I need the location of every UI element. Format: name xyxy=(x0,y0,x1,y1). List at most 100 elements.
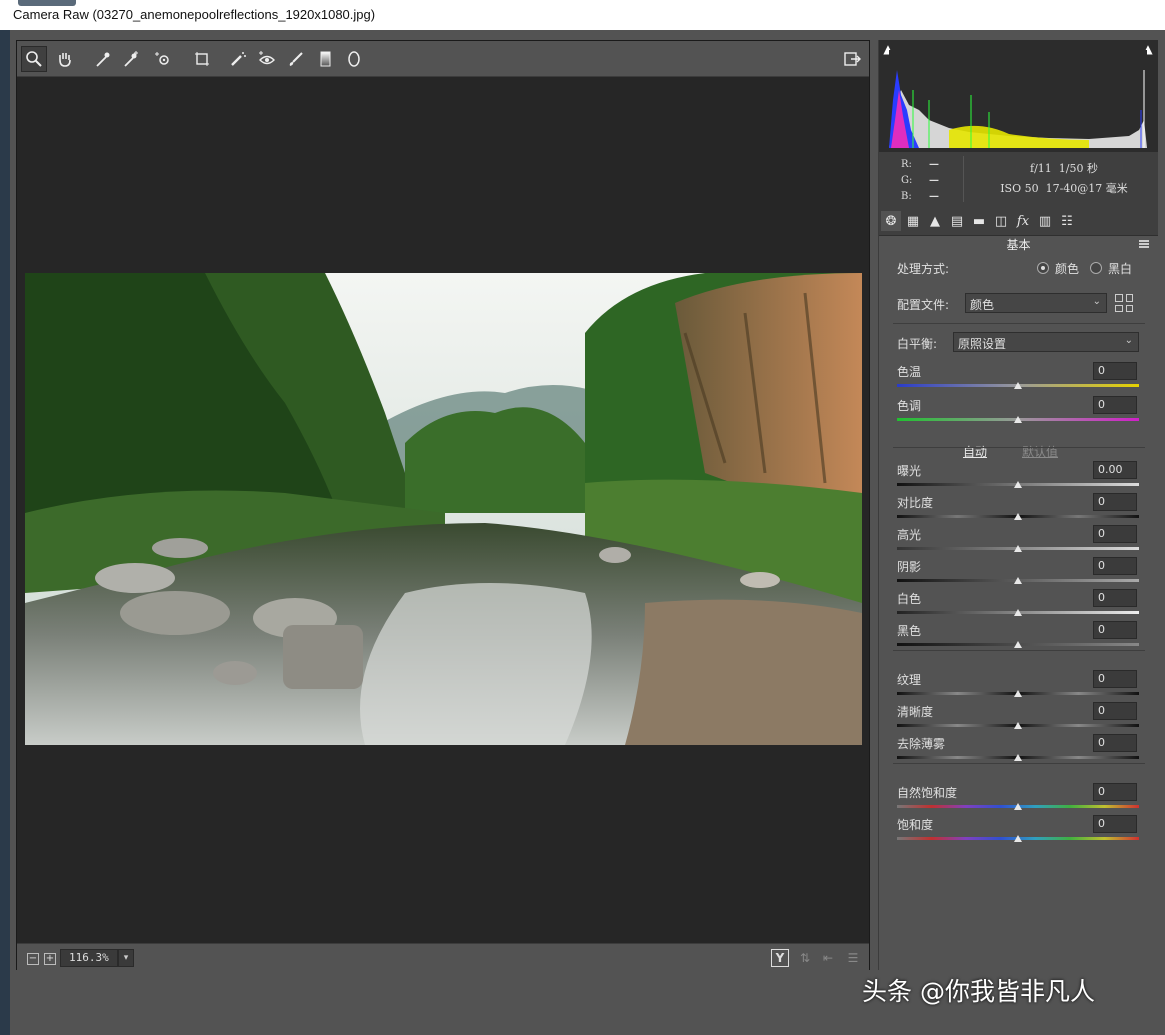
zoom-tool-icon[interactable] xyxy=(21,46,47,72)
info-divider xyxy=(963,156,964,202)
shutter-value: 1/50 秒 xyxy=(1058,162,1098,175)
tab-lens-corrections-icon[interactable]: ◫ xyxy=(991,211,1011,231)
slider-value-field[interactable]: 0 xyxy=(1093,396,1137,414)
red-eye-tool-icon[interactable] xyxy=(254,46,280,72)
divider xyxy=(893,447,1145,448)
hand-tool-icon[interactable] xyxy=(52,46,78,72)
slider-thumb[interactable] xyxy=(1014,545,1022,552)
zoom-level-field[interactable]: 116.3% xyxy=(60,949,118,967)
white-balance-dropdown[interactable]: 原照设置 ⌄ xyxy=(953,332,1139,352)
preview-photo xyxy=(25,273,862,745)
treatment-color-label: 颜色 xyxy=(1055,262,1080,276)
slider-value-field[interactable]: 0 xyxy=(1093,670,1137,688)
profile-value: 颜色 xyxy=(970,298,995,312)
copy-settings-icon[interactable]: ⇤ xyxy=(818,949,838,967)
tab-basic-icon[interactable]: ❂ xyxy=(881,211,901,231)
slider-value-field[interactable]: 0 xyxy=(1093,493,1137,511)
slider-value-field[interactable]: 0 xyxy=(1093,621,1137,639)
rgb-readout: R: — G: — B: — xyxy=(901,157,939,205)
adjustment-brush-tool-icon[interactable] xyxy=(283,46,309,72)
white-balance-value: 原照设置 xyxy=(958,337,1007,351)
white-balance-label: 白平衡: xyxy=(897,337,938,351)
tab-presets-icon[interactable]: ☷ xyxy=(1057,211,1077,231)
zoom-dropdown-chevron-icon[interactable]: ▾ xyxy=(118,949,134,967)
slider-value-field[interactable]: 0 xyxy=(1093,362,1137,380)
slider-thumb[interactable] xyxy=(1014,609,1022,616)
slider-thumb[interactable] xyxy=(1014,641,1022,648)
spot-removal-tool-icon[interactable] xyxy=(225,46,251,72)
zoom-in-button[interactable]: + xyxy=(44,953,56,965)
swap-settings-icon[interactable]: ⇅ xyxy=(795,949,815,967)
exif-readout: f/11 1/50 秒 ISO 50 17-40@17 毫米 xyxy=(979,159,1149,199)
panel-tabs: ❂ ▦ ▲ ▤ ▬ ◫ fx ▥ ☷ xyxy=(879,206,1158,236)
slider-value-field[interactable]: 0 xyxy=(1093,557,1137,575)
slider-label: 去除薄雾 xyxy=(897,737,946,751)
slider-value-field[interactable]: 0 xyxy=(1093,783,1137,801)
tab-tone-curve-icon[interactable]: ▦ xyxy=(903,211,923,231)
chevron-down-icon: ⌄ xyxy=(1124,335,1133,346)
slider-thumb[interactable] xyxy=(1014,382,1022,389)
zoom-out-button[interactable]: − xyxy=(27,953,39,965)
slider-thumb[interactable] xyxy=(1014,754,1022,761)
toggle-settings-icon[interactable]: ☰ xyxy=(843,949,863,967)
radial-filter-tool-icon[interactable] xyxy=(341,46,367,72)
slider-thumb[interactable] xyxy=(1014,722,1022,729)
before-after-toggle-button[interactable]: Y xyxy=(771,949,789,967)
slider-label: 阴影 xyxy=(897,560,922,574)
profile-browser-grid-icon[interactable] xyxy=(1115,294,1133,312)
slider-value-field[interactable]: 0 xyxy=(1093,525,1137,543)
panel-menu-icon[interactable] xyxy=(1139,240,1149,248)
chevron-down-icon: ⌄ xyxy=(1092,296,1101,307)
tab-detail-icon[interactable]: ▲ xyxy=(925,211,945,231)
color-sampler-tool-icon[interactable] xyxy=(118,46,144,72)
b-value: — xyxy=(929,191,939,202)
slider-value-field[interactable]: 0 xyxy=(1093,815,1137,833)
slider-thumb[interactable] xyxy=(1014,513,1022,520)
b-label: B: xyxy=(901,191,912,202)
slider-thumb[interactable] xyxy=(1014,835,1022,842)
treatment-color-radio[interactable] xyxy=(1037,262,1049,274)
watermark-text: 头条 @你我皆非凡人 xyxy=(862,977,1095,1006)
slider-thumb[interactable] xyxy=(1014,690,1022,697)
auto-tone-link[interactable]: 自动 xyxy=(963,443,987,460)
slider-value-field[interactable]: 0.00 xyxy=(1093,461,1137,479)
image-canvas[interactable] xyxy=(17,77,869,943)
open-preferences-icon[interactable] xyxy=(839,46,865,72)
tab-effects-icon[interactable]: fx xyxy=(1013,211,1033,231)
slider-value-field[interactable]: 0 xyxy=(1093,589,1137,607)
tab-calibration-icon[interactable]: ▥ xyxy=(1035,211,1055,231)
treatment-label: 处理方式: xyxy=(897,262,950,276)
tab-hsl-icon[interactable]: ▤ xyxy=(947,211,967,231)
section-title: 基本 xyxy=(1006,238,1031,252)
treatment-bw-radio[interactable] xyxy=(1090,262,1102,274)
slider-thumb[interactable] xyxy=(1014,481,1022,488)
slider-label: 对比度 xyxy=(897,496,934,510)
default-tone-link[interactable]: 默认值 xyxy=(1022,443,1058,460)
slider-label: 清晰度 xyxy=(897,705,934,719)
targeted-adjustment-tool-icon[interactable] xyxy=(150,46,176,72)
divider xyxy=(893,650,1145,651)
preview-pane: − + 116.3% ▾ Y ⇅ ⇤ ☰ xyxy=(16,40,870,971)
tab-split-toning-icon[interactable]: ▬ xyxy=(969,211,989,231)
slider-label: 高光 xyxy=(897,528,922,542)
slider-label: 纹理 xyxy=(897,673,922,687)
r-label: R: xyxy=(901,159,912,170)
slider-label: 曝光 xyxy=(897,464,922,478)
profile-dropdown[interactable]: 颜色 ⌄ xyxy=(965,293,1107,313)
aperture-value: f/11 xyxy=(1030,162,1052,175)
slider-value-field[interactable]: 0 xyxy=(1093,702,1137,720)
slider-thumb[interactable] xyxy=(1014,577,1022,584)
info-area: R: — G: — B: — f/11 1/50 秒 ISO 50 17-40@17 … xyxy=(879,152,1158,206)
white-balance-tool-icon[interactable] xyxy=(90,46,116,72)
graduated-filter-tool-icon[interactable] xyxy=(312,46,338,72)
tool-bar xyxy=(17,41,869,77)
divider xyxy=(893,763,1145,764)
lens-value: 17-40@17 毫米 xyxy=(1045,182,1128,195)
background-app-strip xyxy=(0,30,10,1035)
slider-thumb[interactable] xyxy=(1014,803,1022,810)
slider-value-field[interactable]: 0 xyxy=(1093,734,1137,752)
crop-tool-icon[interactable] xyxy=(189,46,215,72)
slider-label: 自然饱和度 xyxy=(897,786,958,800)
slider-thumb[interactable] xyxy=(1014,416,1022,423)
window-titlebar: Camera Raw (03270_anemonepoolreflections… xyxy=(0,0,1165,30)
